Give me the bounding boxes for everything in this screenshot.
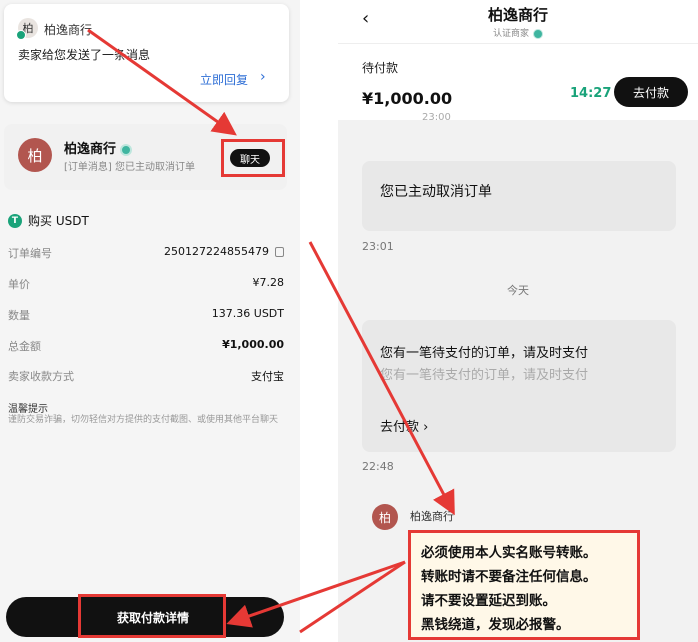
sender-name: 柏逸商行 [410,510,454,523]
chevron-right-icon: › [260,69,266,85]
message-subtext: 您有一笔待支付的订单，请及时支付 [380,368,589,383]
sender-avatar: 柏 [372,504,398,530]
verified-icon [120,143,133,156]
message-bubble: 您有一笔待支付的订单，请及时支付 您有一笔待支付的订单，请及时支付 去付款 › [362,320,676,452]
buy-title: 购买 USDT [28,214,89,228]
pending-label: 待付款 [362,61,399,75]
go-pay-button[interactable]: 去付款 [614,77,688,107]
chat-subtitle: 认证商家 [492,29,529,39]
faded-timestamp: 23:00 [422,112,451,123]
detail-value: ¥7.28 [252,276,285,289]
tips-title: 温馨提示 [8,404,48,415]
seller-avatar: 柏 [18,138,52,172]
order-number: 250127224855479 [164,245,269,258]
seller-last-message: [订单消息] 您已主动取消订单 [64,162,195,173]
detail-label: 单价 [8,278,30,291]
notification-shop-name: 柏逸商行 [44,23,93,37]
buy-title-row: T 购买 USDT [8,212,89,229]
pending-payment-bar: 待付款 ¥1,000.00 14:27 去付款 [338,44,698,120]
copy-icon[interactable] [275,247,284,257]
chat-title: 柏逸商行 [487,6,548,24]
warning-line: 转账时请不要备注任何信息。 [421,569,597,585]
warning-line: 请不要设置延迟到账。 [421,593,556,609]
detail-value: ¥1,000.00 [222,338,284,351]
seller-name-row: 柏逸商行 [64,138,133,157]
message-bubble: 您已主动取消订单 [362,161,676,231]
shop-avatar: 柏 [16,18,38,40]
detail-label: 订单编号 [8,247,52,260]
message-text: 您有一笔待支付的订单，请及时支付 [380,346,589,361]
chat-button-highlight [221,139,285,177]
order-detail-panel: 柏 柏逸商行 卖家给您发送了一条消息 立即回复 › 柏 柏逸商行 [订单消息] … [0,0,300,642]
tips-text: 谨防交易诈骗，切勿轻信对方提供的支付截图、或使用其他平台聊天 [8,415,279,425]
warning-line: 黑钱绕道，发现必报警。 [421,617,570,633]
warning-message-box: 必须使用本人实名账号转账。 转账时请不要备注任何信息。 请不要设置延迟到账。 黑… [408,530,640,640]
screenshot-stage: 柏 柏逸商行 卖家给您发送了一条消息 立即回复 › 柏 柏逸商行 [订单消息] … [0,0,698,642]
detail-value: 支付宝 [251,370,284,383]
message-timestamp: 22:48 [362,460,394,473]
date-divider: 今天 [507,284,529,297]
detail-value: 250127224855479 [164,245,284,258]
detail-value: 137.36 USDT [211,307,284,320]
pending-amount: ¥1,000.00 [362,89,453,108]
tether-icon: T [8,213,22,228]
chat-subtitle-row: 认证商家 [338,26,698,39]
detail-label: 总金额 [8,340,41,353]
pay-button-highlight [78,594,226,638]
warning-line: 必须使用本人实名账号转账。 [421,545,597,561]
detail-label: 卖家收款方式 [8,370,74,383]
verified-icon [533,28,543,39]
message-timestamp: 23:01 [362,240,394,253]
countdown-timer: 14:27 [570,86,612,101]
seller-name: 柏逸商行 [64,142,117,157]
go-pay-link[interactable]: 去付款 › [380,416,428,435]
message-text: 您已主动取消订单 [380,184,492,200]
detail-label: 数量 [8,309,30,322]
message-notification[interactable]: 柏 柏逸商行 卖家给您发送了一条消息 立即回复 › [4,4,289,102]
go-pay-link-label: 去付款 [380,420,420,435]
chevron-right-icon: › [419,420,429,435]
reply-now-link[interactable]: 立即回复 [200,71,248,88]
chat-header: ‹ 柏逸商行 认证商家 [338,0,698,44]
notification-message: 卖家给您发送了一条消息 [18,48,151,62]
